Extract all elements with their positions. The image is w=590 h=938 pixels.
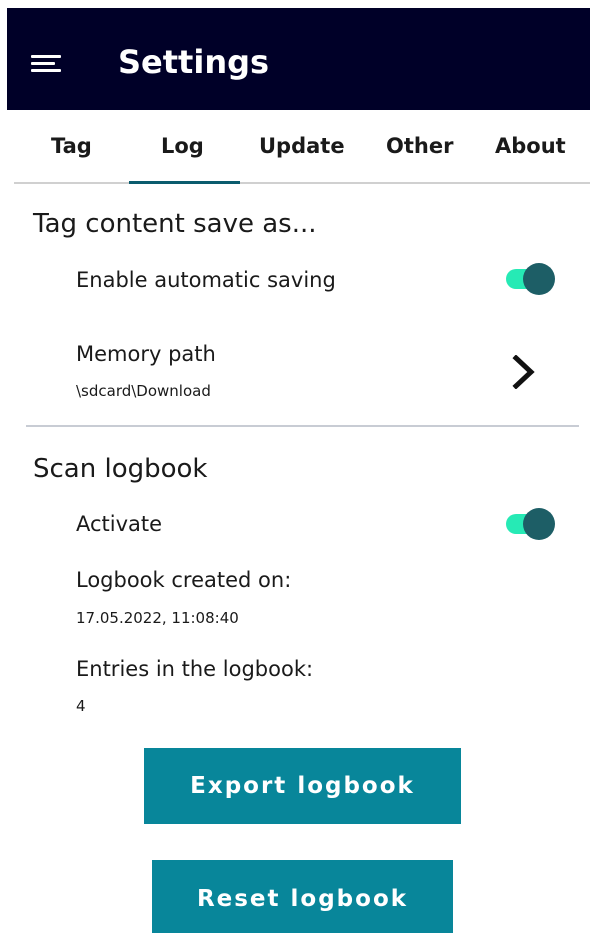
section-divider (26, 425, 579, 427)
chevron-right-icon[interactable] (511, 354, 537, 390)
active-tab-indicator (129, 181, 240, 184)
memory-path-label: Memory path (76, 342, 216, 366)
section-title-scan-logbook: Scan logbook (33, 454, 208, 484)
auto-save-toggle[interactable] (506, 262, 555, 296)
logbook-entries-value: 4 (76, 697, 86, 715)
toggle-thumb (523, 263, 555, 295)
memory-path-value: \sdcard\Download (76, 382, 211, 400)
tab-log[interactable]: Log (161, 136, 204, 157)
tab-about[interactable]: About (495, 136, 566, 157)
app-bar: Settings (7, 8, 590, 110)
auto-save-label: Enable automatic saving (76, 268, 336, 292)
tab-update[interactable]: Update (259, 136, 345, 157)
activate-toggle[interactable] (506, 507, 555, 541)
section-title-tag-content: Tag content save as... (33, 209, 317, 239)
toggle-thumb (523, 508, 555, 540)
logbook-created-value: 17.05.2022, 11:08:40 (76, 609, 239, 627)
hamburger-menu-icon[interactable] (31, 49, 67, 77)
page-title: Settings (118, 43, 270, 81)
tab-other[interactable]: Other (386, 136, 453, 157)
logbook-entries-label: Entries in the logbook: (76, 657, 314, 681)
status-strip (0, 0, 590, 8)
tab-tag[interactable]: Tag (51, 136, 92, 157)
activate-label: Activate (76, 512, 163, 536)
tab-bar: Tag Log Update Other About (14, 110, 590, 184)
logbook-created-label: Logbook created on: (76, 568, 292, 592)
export-logbook-button[interactable]: Export logbook (144, 748, 461, 824)
reset-logbook-button[interactable]: Reset logbook (152, 860, 453, 933)
